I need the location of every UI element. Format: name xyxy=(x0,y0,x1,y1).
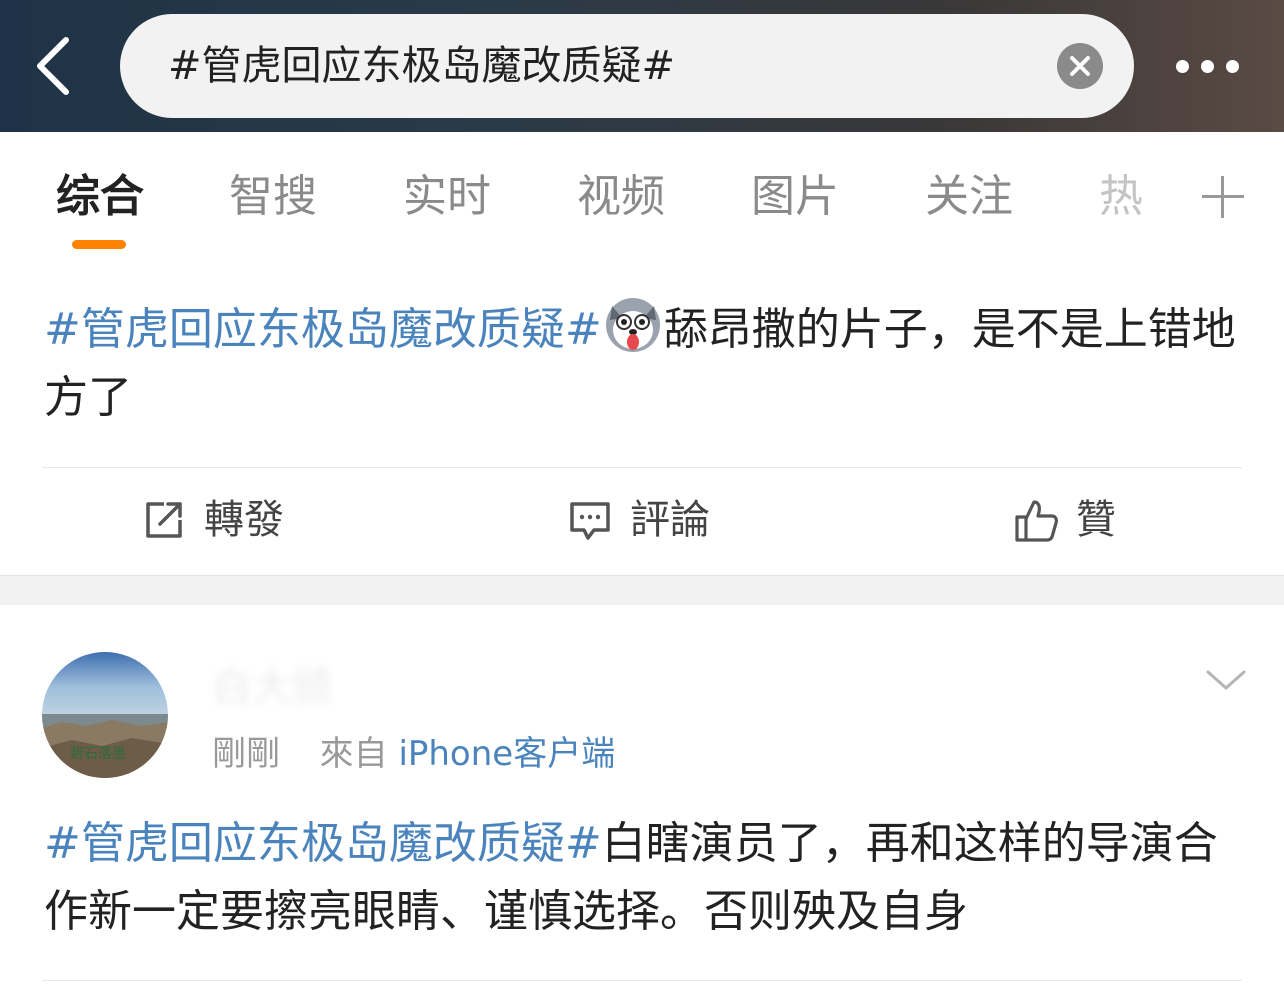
post-1-divider xyxy=(42,467,1242,468)
repost-label: 轉發 xyxy=(204,497,284,543)
tab-following[interactable]: 关注 xyxy=(925,172,1013,222)
back-arrow-icon[interactable] xyxy=(22,30,86,100)
post-1-topic-link[interactable]: #管虎回应东极岛魔改质疑# xyxy=(44,304,602,355)
tab-smart-search[interactable]: 智搜 xyxy=(229,172,317,222)
tab-video[interactable]: 视频 xyxy=(577,172,665,222)
top-header: #管虎回应东极岛魔改质疑# xyxy=(0,0,1284,132)
post-2-topic-link[interactable]: #管虎回应东极岛魔改质疑# xyxy=(44,818,602,869)
search-tabs: 综合 智搜 实时 视频 图片 关注 热 xyxy=(0,132,1284,262)
post-1-content: #管虎回应东极岛魔改质疑# 舔昂撒的片子，是不是上错地方了 xyxy=(44,296,1244,432)
like-label: 贊 xyxy=(1076,497,1116,543)
repost-icon xyxy=(142,498,186,542)
source-link[interactable]: iPhone客户端 xyxy=(398,734,615,774)
search-query-text[interactable]: #管虎回应东极岛魔改质疑# xyxy=(168,42,675,90)
husky-dog-emoji-icon xyxy=(604,296,662,354)
more-options-icon[interactable] xyxy=(1168,44,1248,88)
comment-icon xyxy=(568,498,612,542)
tab-images[interactable]: 图片 xyxy=(751,172,839,222)
comment-label: 評論 xyxy=(630,497,710,543)
thumbs-up-icon xyxy=(1014,498,1058,542)
tab-hot[interactable]: 热 xyxy=(1099,172,1143,222)
tab-realtime[interactable]: 实时 xyxy=(403,172,491,222)
post-2-meta: 剛剛 來自 iPhone客户端 xyxy=(212,732,615,776)
tab-comprehensive[interactable]: 综合 xyxy=(56,172,144,222)
username[interactable]: 白大颁 xyxy=(212,664,332,712)
source-prefix: 來自 xyxy=(319,734,388,774)
post-time: 剛剛 xyxy=(212,734,280,774)
avatar-text: 碧石落墨 xyxy=(70,746,126,762)
add-tab-plus-icon[interactable] xyxy=(1200,174,1246,220)
clear-search-icon[interactable] xyxy=(1057,43,1103,89)
avatar[interactable]: 碧石落墨 xyxy=(42,652,168,778)
post-separator xyxy=(0,575,1284,605)
post-2-content: #管虎回应东极岛魔改质疑#白瞎演员了，再和这样的导演合作新一定要擦亮眼睛、谨慎选… xyxy=(44,810,1244,946)
chevron-down-icon[interactable] xyxy=(1204,662,1248,698)
search-bar[interactable]: #管虎回应东极岛魔改质疑# xyxy=(120,14,1134,118)
active-tab-indicator xyxy=(72,240,126,249)
post-2-divider xyxy=(42,980,1242,981)
